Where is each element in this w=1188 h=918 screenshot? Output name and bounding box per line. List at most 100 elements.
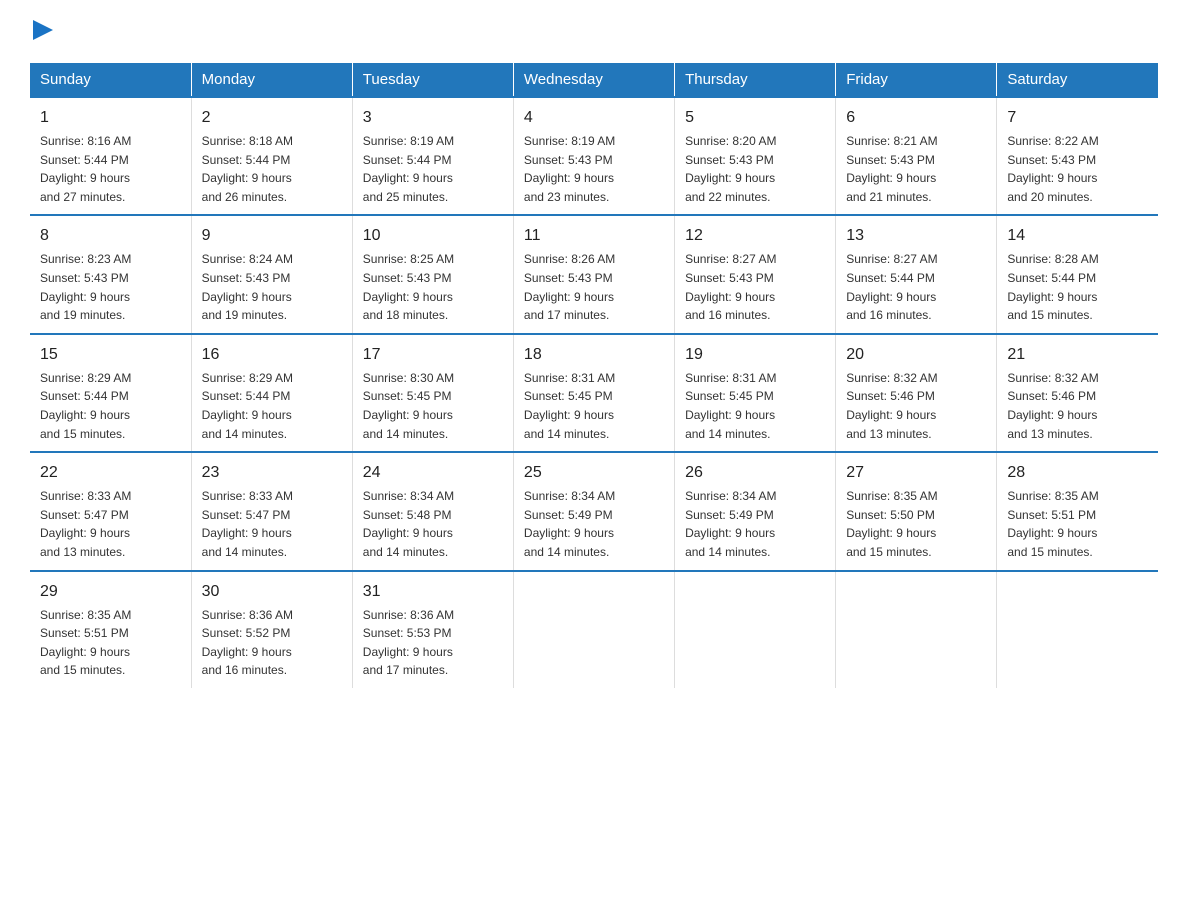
calendar-cell: 9Sunrise: 8:24 AMSunset: 5:43 PMDaylight… <box>191 215 352 333</box>
day-number: 13 <box>846 224 986 248</box>
day-info: Sunrise: 8:33 AMSunset: 5:47 PMDaylight:… <box>40 487 181 561</box>
calendar-cell: 23Sunrise: 8:33 AMSunset: 5:47 PMDayligh… <box>191 452 352 570</box>
calendar-cell: 14Sunrise: 8:28 AMSunset: 5:44 PMDayligh… <box>997 215 1158 333</box>
day-number: 20 <box>846 343 986 367</box>
day-info: Sunrise: 8:27 AMSunset: 5:44 PMDaylight:… <box>846 250 986 324</box>
day-info: Sunrise: 8:29 AMSunset: 5:44 PMDaylight:… <box>202 369 342 443</box>
calendar-week-row: 1Sunrise: 8:16 AMSunset: 5:44 PMDaylight… <box>30 97 1158 215</box>
day-info: Sunrise: 8:30 AMSunset: 5:45 PMDaylight:… <box>363 369 503 443</box>
calendar-cell: 10Sunrise: 8:25 AMSunset: 5:43 PMDayligh… <box>352 215 513 333</box>
calendar-cell: 20Sunrise: 8:32 AMSunset: 5:46 PMDayligh… <box>836 334 997 452</box>
day-number: 18 <box>524 343 664 367</box>
day-number: 23 <box>202 461 342 485</box>
day-number: 27 <box>846 461 986 485</box>
day-info: Sunrise: 8:21 AMSunset: 5:43 PMDaylight:… <box>846 132 986 206</box>
calendar-cell: 31Sunrise: 8:36 AMSunset: 5:53 PMDayligh… <box>352 571 513 688</box>
weekday-header-monday: Monday <box>191 63 352 97</box>
day-number: 19 <box>685 343 825 367</box>
day-info: Sunrise: 8:34 AMSunset: 5:49 PMDaylight:… <box>685 487 825 561</box>
day-info: Sunrise: 8:31 AMSunset: 5:45 PMDaylight:… <box>685 369 825 443</box>
day-info: Sunrise: 8:18 AMSunset: 5:44 PMDaylight:… <box>202 132 342 206</box>
calendar-cell: 15Sunrise: 8:29 AMSunset: 5:44 PMDayligh… <box>30 334 191 452</box>
day-info: Sunrise: 8:34 AMSunset: 5:48 PMDaylight:… <box>363 487 503 561</box>
day-info: Sunrise: 8:35 AMSunset: 5:50 PMDaylight:… <box>846 487 986 561</box>
calendar-cell <box>836 571 997 688</box>
day-number: 30 <box>202 580 342 604</box>
day-info: Sunrise: 8:32 AMSunset: 5:46 PMDaylight:… <box>1007 369 1148 443</box>
day-number: 28 <box>1007 461 1148 485</box>
calendar-week-row: 29Sunrise: 8:35 AMSunset: 5:51 PMDayligh… <box>30 571 1158 688</box>
day-number: 14 <box>1007 224 1148 248</box>
day-number: 16 <box>202 343 342 367</box>
weekday-header-sunday: Sunday <box>30 63 191 97</box>
day-number: 11 <box>524 224 664 248</box>
calendar-cell: 11Sunrise: 8:26 AMSunset: 5:43 PMDayligh… <box>513 215 674 333</box>
day-number: 26 <box>685 461 825 485</box>
day-number: 25 <box>524 461 664 485</box>
calendar-cell: 18Sunrise: 8:31 AMSunset: 5:45 PMDayligh… <box>513 334 674 452</box>
calendar-cell: 30Sunrise: 8:36 AMSunset: 5:52 PMDayligh… <box>191 571 352 688</box>
day-info: Sunrise: 8:35 AMSunset: 5:51 PMDaylight:… <box>1007 487 1148 561</box>
day-info: Sunrise: 8:34 AMSunset: 5:49 PMDaylight:… <box>524 487 664 561</box>
calendar-cell: 27Sunrise: 8:35 AMSunset: 5:50 PMDayligh… <box>836 452 997 570</box>
calendar-cell: 22Sunrise: 8:33 AMSunset: 5:47 PMDayligh… <box>30 452 191 570</box>
calendar-cell: 25Sunrise: 8:34 AMSunset: 5:49 PMDayligh… <box>513 452 674 570</box>
calendar-cell: 1Sunrise: 8:16 AMSunset: 5:44 PMDaylight… <box>30 97 191 215</box>
day-info: Sunrise: 8:27 AMSunset: 5:43 PMDaylight:… <box>685 250 825 324</box>
day-number: 31 <box>363 580 503 604</box>
calendar-cell: 7Sunrise: 8:22 AMSunset: 5:43 PMDaylight… <box>997 97 1158 215</box>
day-info: Sunrise: 8:25 AMSunset: 5:43 PMDaylight:… <box>363 250 503 324</box>
weekday-header-friday: Friday <box>836 63 997 97</box>
day-info: Sunrise: 8:29 AMSunset: 5:44 PMDaylight:… <box>40 369 181 443</box>
day-number: 24 <box>363 461 503 485</box>
day-number: 10 <box>363 224 503 248</box>
calendar-cell: 6Sunrise: 8:21 AMSunset: 5:43 PMDaylight… <box>836 97 997 215</box>
calendar-cell: 2Sunrise: 8:18 AMSunset: 5:44 PMDaylight… <box>191 97 352 215</box>
day-number: 12 <box>685 224 825 248</box>
day-info: Sunrise: 8:22 AMSunset: 5:43 PMDaylight:… <box>1007 132 1148 206</box>
calendar-cell: 3Sunrise: 8:19 AMSunset: 5:44 PMDaylight… <box>352 97 513 215</box>
day-number: 15 <box>40 343 181 367</box>
day-info: Sunrise: 8:31 AMSunset: 5:45 PMDaylight:… <box>524 369 664 443</box>
calendar-week-row: 22Sunrise: 8:33 AMSunset: 5:47 PMDayligh… <box>30 452 1158 570</box>
day-info: Sunrise: 8:33 AMSunset: 5:47 PMDaylight:… <box>202 487 342 561</box>
calendar-cell: 5Sunrise: 8:20 AMSunset: 5:43 PMDaylight… <box>675 97 836 215</box>
calendar-cell: 26Sunrise: 8:34 AMSunset: 5:49 PMDayligh… <box>675 452 836 570</box>
calendar-cell: 4Sunrise: 8:19 AMSunset: 5:43 PMDaylight… <box>513 97 674 215</box>
calendar-cell: 21Sunrise: 8:32 AMSunset: 5:46 PMDayligh… <box>997 334 1158 452</box>
day-info: Sunrise: 8:19 AMSunset: 5:43 PMDaylight:… <box>524 132 664 206</box>
calendar-week-row: 15Sunrise: 8:29 AMSunset: 5:44 PMDayligh… <box>30 334 1158 452</box>
calendar-cell <box>513 571 674 688</box>
weekday-header-saturday: Saturday <box>997 63 1158 97</box>
day-info: Sunrise: 8:28 AMSunset: 5:44 PMDaylight:… <box>1007 250 1148 324</box>
day-number: 3 <box>363 106 503 130</box>
weekday-header-wednesday: Wednesday <box>513 63 674 97</box>
day-info: Sunrise: 8:36 AMSunset: 5:52 PMDaylight:… <box>202 606 342 680</box>
day-info: Sunrise: 8:19 AMSunset: 5:44 PMDaylight:… <box>363 132 503 206</box>
calendar-cell: 29Sunrise: 8:35 AMSunset: 5:51 PMDayligh… <box>30 571 191 688</box>
calendar-cell: 8Sunrise: 8:23 AMSunset: 5:43 PMDaylight… <box>30 215 191 333</box>
day-number: 1 <box>40 106 181 130</box>
calendar-cell: 19Sunrise: 8:31 AMSunset: 5:45 PMDayligh… <box>675 334 836 452</box>
calendar-week-row: 8Sunrise: 8:23 AMSunset: 5:43 PMDaylight… <box>30 215 1158 333</box>
calendar-cell: 28Sunrise: 8:35 AMSunset: 5:51 PMDayligh… <box>997 452 1158 570</box>
day-number: 21 <box>1007 343 1148 367</box>
day-info: Sunrise: 8:32 AMSunset: 5:46 PMDaylight:… <box>846 369 986 443</box>
day-info: Sunrise: 8:23 AMSunset: 5:43 PMDaylight:… <box>40 250 181 324</box>
day-number: 17 <box>363 343 503 367</box>
calendar-cell <box>997 571 1158 688</box>
day-number: 5 <box>685 106 825 130</box>
page-header <box>30 20 1158 45</box>
day-info: Sunrise: 8:16 AMSunset: 5:44 PMDaylight:… <box>40 132 181 206</box>
logo <box>30 20 55 45</box>
day-number: 8 <box>40 224 181 248</box>
calendar-header-row: SundayMondayTuesdayWednesdayThursdayFrid… <box>30 63 1158 97</box>
day-number: 29 <box>40 580 181 604</box>
day-info: Sunrise: 8:20 AMSunset: 5:43 PMDaylight:… <box>685 132 825 206</box>
logo-arrow-icon <box>33 20 55 45</box>
calendar-cell: 13Sunrise: 8:27 AMSunset: 5:44 PMDayligh… <box>836 215 997 333</box>
day-info: Sunrise: 8:36 AMSunset: 5:53 PMDaylight:… <box>363 606 503 680</box>
calendar-table: SundayMondayTuesdayWednesdayThursdayFrid… <box>30 63 1158 688</box>
weekday-header-thursday: Thursday <box>675 63 836 97</box>
day-info: Sunrise: 8:35 AMSunset: 5:51 PMDaylight:… <box>40 606 181 680</box>
